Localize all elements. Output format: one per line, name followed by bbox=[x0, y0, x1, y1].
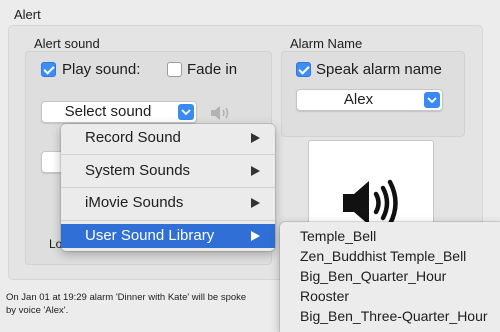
menu-item-label: User Sound Library bbox=[85, 227, 215, 244]
submenu-arrow-icon bbox=[251, 133, 260, 143]
menu-item-record-sound[interactable]: Record Sound bbox=[61, 126, 275, 150]
menu-item-label: iMovie Sounds bbox=[85, 194, 184, 211]
chevron-updown-icon bbox=[178, 104, 194, 120]
submenu-arrow-icon bbox=[251, 231, 260, 241]
menu-item-label: System Sounds bbox=[85, 162, 191, 179]
chevron-updown-icon bbox=[424, 92, 440, 108]
submenu-arrow-icon bbox=[251, 166, 260, 176]
voice-value: Alex bbox=[343, 91, 374, 108]
menu-item-label: Record Sound bbox=[85, 129, 181, 146]
fade-in-label: Fade in bbox=[187, 61, 238, 78]
submenu-item-temple-bell[interactable]: Temple_Bell bbox=[300, 226, 376, 246]
play-sound-label: Play sound: bbox=[62, 61, 141, 78]
submenu-item-big-ben-quarter-hour[interactable]: Big_Ben_Quarter_Hour bbox=[300, 266, 446, 286]
select-sound-popup[interactable]: Select sound bbox=[41, 101, 197, 123]
menu-separator bbox=[61, 187, 275, 188]
user-sound-library-submenu: Temple_Bell Zen_Buddhist Temple_Bell Big… bbox=[280, 222, 500, 332]
alert-section-title: Alert bbox=[14, 7, 41, 22]
alarm-name-title: Alarm Name bbox=[290, 36, 363, 51]
select-sound-menu: Record Sound System Sounds iMovie Sounds… bbox=[61, 124, 275, 251]
submenu-item-zen-buddhist-temple-bell[interactable]: Zen_Buddhist Temple_Bell bbox=[300, 246, 466, 266]
play-sound-checkbox[interactable] bbox=[41, 62, 56, 77]
select-sound-value: Select sound bbox=[64, 103, 152, 120]
submenu-arrow-icon bbox=[251, 198, 260, 208]
menu-item-imovie-sounds[interactable]: iMovie Sounds bbox=[61, 191, 275, 215]
menu-separator bbox=[61, 154, 275, 155]
menu-separator bbox=[61, 220, 275, 221]
voice-popup[interactable]: Alex bbox=[296, 89, 443, 111]
alert-sound-title: Alert sound bbox=[34, 36, 100, 51]
menu-item-system-sounds[interactable]: System Sounds bbox=[61, 159, 275, 183]
speak-alarm-checkbox[interactable] bbox=[296, 62, 311, 77]
footer-line-1: On Jan 01 at 19:29 alarm 'Dinner with Ka… bbox=[6, 292, 247, 303]
footer-line-2: by voice 'Alex'. bbox=[6, 305, 69, 316]
speak-alarm-label: Speak alarm name bbox=[316, 61, 442, 78]
submenu-item-big-ben-three-quarter-hour[interactable]: Big_Ben_Three-Quarter_Hour bbox=[300, 306, 488, 326]
submenu-item-rooster[interactable]: Rooster bbox=[300, 286, 349, 306]
menu-item-user-sound-library[interactable]: User Sound Library bbox=[61, 224, 275, 248]
fade-in-checkbox[interactable] bbox=[167, 62, 182, 77]
